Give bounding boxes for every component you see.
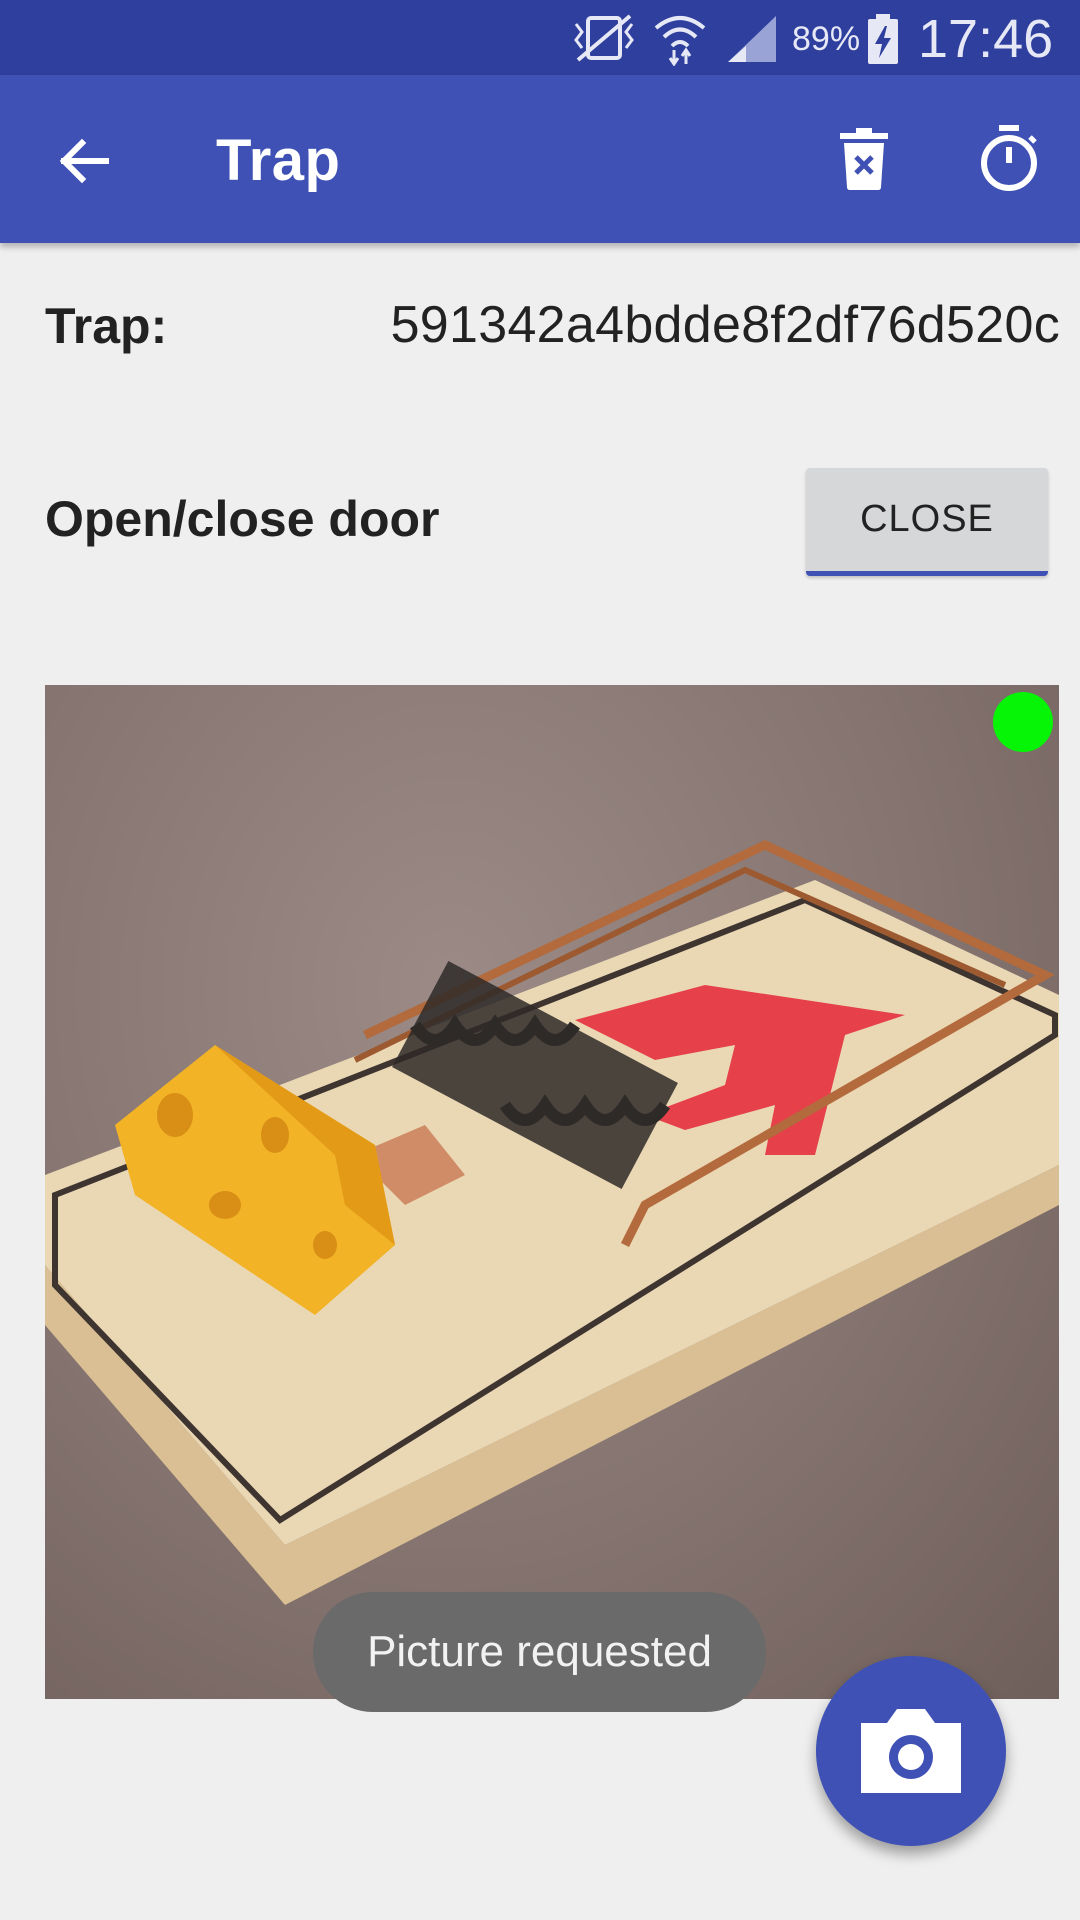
signal-icon (728, 16, 776, 62)
trap-photo (45, 685, 1059, 1699)
camera-fab-button[interactable] (816, 1656, 1006, 1846)
trap-id-value: 591342a4bdde8f2df76d520c (390, 296, 1060, 354)
trap-label: Trap: (45, 298, 168, 354)
status-bar: 89% 17:46 (0, 0, 1080, 75)
battery-charging-icon (868, 14, 898, 64)
timer-icon[interactable] (978, 123, 1040, 193)
close-door-button[interactable]: CLOSE (806, 468, 1048, 576)
app-bar: Trap (0, 75, 1080, 243)
delete-icon[interactable] (836, 127, 892, 191)
camera-icon (861, 1709, 961, 1793)
arrow-back-icon[interactable] (54, 131, 114, 191)
vibrate-icon (574, 14, 634, 62)
toast-message: Picture requested (313, 1592, 766, 1712)
page-title: Trap (216, 128, 341, 193)
screen: 89% 17:46 Trap Trap: 591342a4bdde8f2df76… (0, 0, 1080, 1920)
status-time: 17:46 (918, 9, 1054, 69)
door-label: Open/close door (45, 491, 440, 547)
battery-percent: 89% (792, 20, 861, 58)
wifi-icon (654, 16, 706, 66)
trap-status-indicator (993, 692, 1053, 752)
mousetrap-image (45, 840, 1059, 1605)
